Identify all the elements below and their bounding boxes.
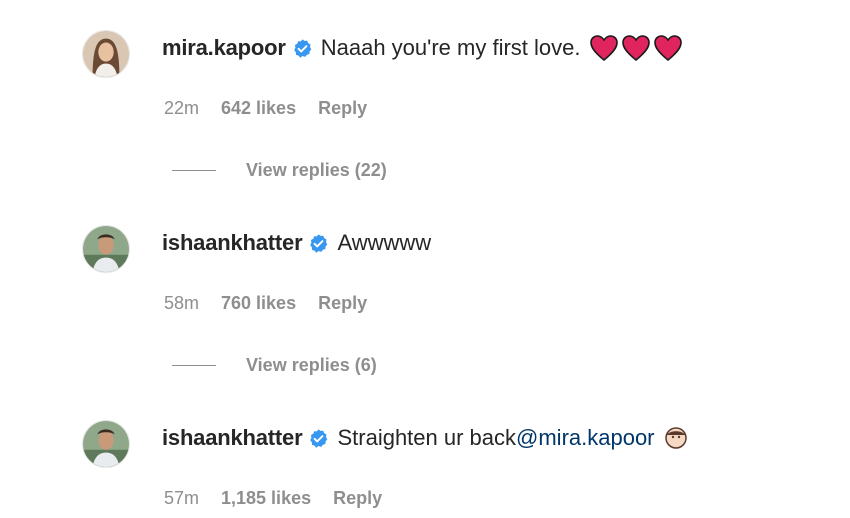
comment-line: ishaankhatter Awwwww (162, 228, 431, 258)
comment-text: Straighten ur back (337, 425, 517, 450)
red-heart-icon (622, 35, 651, 61)
view-replies-button[interactable]: View replies (6) (172, 352, 377, 378)
comment-text: Naaah you're my first love. (320, 35, 581, 60)
red-heart-icon (654, 35, 683, 61)
divider-line (172, 169, 216, 171)
likes-count[interactable]: 760 likes (221, 293, 296, 314)
avatar[interactable] (82, 225, 130, 273)
timestamp: 58m (164, 292, 200, 313)
view-replies-label: View replies (22) (246, 159, 387, 180)
view-replies-label: View replies (6) (246, 354, 377, 375)
avatar[interactable] (82, 30, 130, 78)
username-link[interactable]: mira.kapoor (162, 35, 286, 61)
reply-button[interactable]: Reply (318, 98, 367, 119)
comment-line: mira.kapoor Naaah you're my first love. (162, 33, 683, 63)
comment-meta: 58m 760 likes Reply (164, 290, 389, 316)
comment-line: ishaankhatter Straighten ur back @mira.k… (162, 423, 687, 453)
reply-button[interactable]: Reply (333, 488, 382, 509)
avatar[interactable] (82, 420, 130, 468)
likes-count[interactable]: 1,185 likes (221, 488, 311, 509)
comment-meta: 57m 1,185 likes Reply (164, 485, 404, 511)
timestamp: 22m (164, 97, 200, 118)
face-emoji-icon (664, 427, 687, 449)
red-heart-icon (590, 35, 619, 61)
likes-count[interactable]: 642 likes (221, 98, 296, 119)
verified-badge-icon (308, 233, 329, 254)
comment-meta: 22m 642 likes Reply (164, 95, 389, 121)
username-link[interactable]: ishaankhatter (162, 425, 303, 451)
comment-text: Awwwww (337, 230, 432, 255)
divider-line (172, 364, 216, 366)
view-replies-button[interactable]: View replies (22) (172, 157, 387, 183)
reply-button[interactable]: Reply (318, 293, 367, 314)
timestamp: 57m (164, 487, 200, 508)
mention-link[interactable]: @mira.kapoor (516, 425, 655, 451)
verified-badge-icon (308, 428, 329, 449)
emoji-group (590, 35, 683, 61)
verified-badge-icon (292, 38, 313, 59)
username-link[interactable]: ishaankhatter (162, 230, 303, 256)
